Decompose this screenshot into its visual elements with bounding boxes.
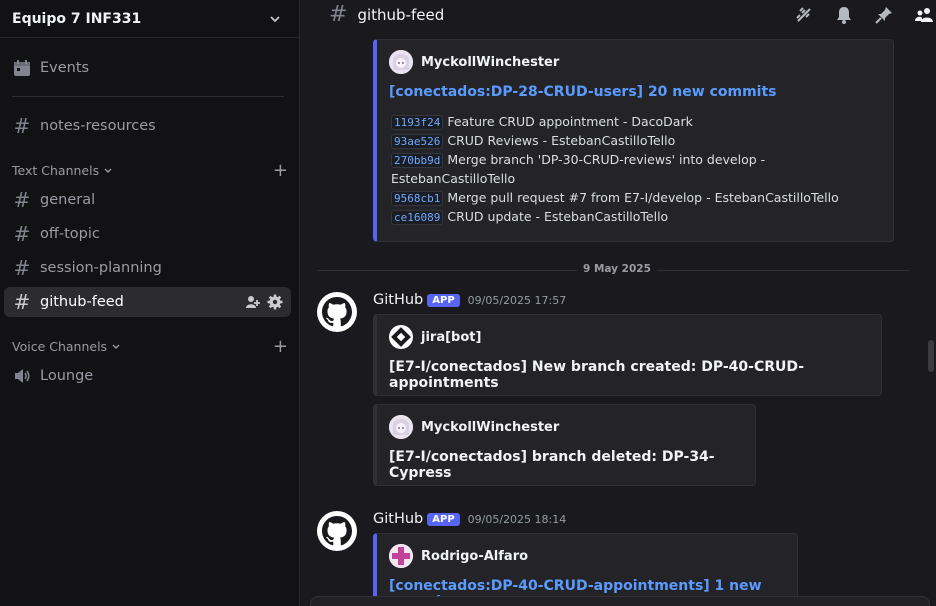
github-icon — [322, 297, 352, 327]
avatar — [389, 544, 413, 568]
channel-label: general — [40, 192, 96, 208]
voice-channel-lounge[interactable]: Lounge — [4, 361, 291, 391]
timestamp: 09/05/2025 18:14 — [467, 512, 567, 526]
avatar — [389, 415, 413, 439]
author-name: jira[bot] — [421, 329, 482, 345]
commit-message: EstebanCastilloTello — [391, 171, 516, 186]
commit-hash[interactable]: 1193f24 — [391, 115, 444, 130]
commit-hash[interactable]: 270bb9d — [391, 153, 444, 168]
add-channel-icon[interactable]: + — [273, 161, 292, 179]
speaker-icon — [12, 366, 32, 386]
username[interactable]: GitHub — [373, 292, 423, 308]
message-header: GitHub APP 09/05/2025 17:57 — [373, 292, 566, 308]
hash-icon: # — [13, 114, 31, 138]
events-item[interactable]: Events — [4, 53, 291, 83]
branch-deleted-embed: MyckollWinchester [E7-I/conectados] bran… — [373, 404, 756, 486]
commit-hash[interactable]: 9568cb1 — [391, 191, 444, 206]
commit-message: CRUD update - EstebanCastilloTello — [447, 209, 669, 224]
hash-icon: # — [329, 2, 348, 27]
author-name: MyckollWinchester — [421, 419, 560, 435]
chevron-down-icon — [112, 344, 120, 349]
jira-icon — [389, 325, 413, 349]
commit-message: CRUD Reviews - EstebanCastilloTello — [447, 133, 676, 148]
hash-icon: # — [13, 188, 31, 212]
timestamp: 09/05/2025 17:57 — [467, 293, 567, 307]
category-label: Text Channels — [12, 163, 100, 178]
embed-author[interactable]: Rodrigo-Alfaro — [389, 544, 528, 568]
branch-created-embed: jira[bot] [E7-I/conectados] New branch c… — [373, 314, 882, 396]
hash-icon: # — [13, 256, 31, 280]
sidebar-divider — [12, 96, 284, 97]
author-name: MyckollWinchester — [421, 54, 560, 70]
channel-title: github-feed — [357, 6, 445, 24]
member-list-icon[interactable] — [914, 5, 934, 25]
channel-label: off-topic — [40, 226, 100, 242]
app-badge: APP — [427, 512, 460, 526]
gear-icon[interactable] — [267, 294, 283, 310]
bell-icon[interactable] — [834, 5, 854, 25]
commit-hash[interactable]: ce16089 — [391, 210, 444, 225]
chevron-down-icon — [270, 15, 280, 22]
app-badge: APP — [427, 293, 460, 307]
channel-label: Lounge — [40, 368, 94, 384]
chevron-down-icon — [104, 168, 112, 173]
guild-header[interactable]: Equipo 7 INF331 — [0, 0, 299, 38]
channel-label: notes-resources — [40, 118, 156, 134]
channel-label: session-planning — [40, 260, 162, 276]
commit-line-continued: EstebanCastilloTello — [391, 169, 515, 188]
embed-author[interactable]: MyckollWinchester — [389, 415, 559, 439]
avatar — [389, 50, 413, 74]
message-composer[interactable] — [310, 596, 930, 606]
channel-item-github-feed[interactable]: # github-feed — [4, 287, 291, 317]
embed-title: [E7-I/conectados] branch deleted: DP-34-… — [389, 449, 715, 481]
channel-item-off-topic[interactable]: # off-topic — [4, 219, 291, 249]
commit-line: 1193f24 Feature CRUD appointment - DacoDa… — [391, 112, 693, 132]
commit-message: Feature CRUD appointment - DacoDark — [447, 114, 693, 129]
channel-sidebar: Equipo 7 INF331 Events # notes-resources… — [0, 0, 300, 606]
embed-title-link[interactable]: [conectados:DP-28-CRUD-users] 20 new com… — [389, 84, 777, 100]
date-divider-label: 9 May 2025 — [577, 263, 657, 275]
commit-line: 270bb9d Merge branch 'DP-30-CRUD-reviews'… — [391, 150, 765, 170]
commit-message: Merge branch 'DP-30-CRUD-reviews' into d… — [447, 152, 766, 167]
commit-message: Merge pull request #7 from E7-I/develop … — [447, 190, 839, 205]
voice-channels-category[interactable]: Voice Channels + — [12, 337, 292, 355]
hash-icon: # — [13, 222, 31, 246]
channel-header: # github-feed — [301, 0, 936, 30]
scrollbar-thumb[interactable] — [928, 340, 934, 372]
commit-hash[interactable]: 93ae526 — [391, 134, 444, 149]
github-avatar[interactable] — [317, 511, 357, 551]
channel-label: github-feed — [40, 294, 124, 310]
invite-icon[interactable] — [245, 294, 261, 310]
events-label: Events — [40, 60, 90, 76]
pin-icon[interactable] — [874, 5, 894, 25]
calendar-icon — [12, 58, 32, 78]
commits-embed: MyckollWinchester [conectados:DP-28-CRUD… — [373, 39, 894, 242]
embed-author[interactable]: jira[bot] — [389, 325, 481, 349]
channel-item-notes-resources[interactable]: # notes-resources — [4, 111, 291, 141]
embed-title: [E7-I/conectados] New branch created: DP… — [389, 359, 805, 391]
guild-name: Equipo 7 INF331 — [12, 10, 142, 27]
github-icon — [322, 516, 352, 546]
commit-line: 9568cb1 Merge pull request #7 from E7-I/d… — [391, 188, 839, 208]
embed-author[interactable]: MyckollWinchester — [389, 50, 559, 74]
text-channels-category[interactable]: Text Channels + — [12, 161, 292, 179]
commit-line: ce16089 CRUD update - EstebanCastilloTell… — [391, 207, 668, 227]
channel-item-session-planning[interactable]: # session-planning — [4, 253, 291, 283]
message-header: GitHub APP 09/05/2025 18:14 — [373, 511, 566, 527]
github-avatar[interactable] — [317, 292, 357, 332]
commit-line: 93ae526 CRUD Reviews - EstebanCastilloTel… — [391, 131, 675, 151]
username[interactable]: GitHub — [373, 511, 423, 527]
hash-icon: # — [13, 290, 31, 314]
chat-main: # github-feed MyckollWinchester [conecta… — [301, 0, 936, 606]
add-channel-icon[interactable]: + — [273, 337, 292, 355]
channel-item-general[interactable]: # general — [4, 185, 291, 215]
author-name: Rodrigo-Alfaro — [421, 548, 529, 564]
threads-icon[interactable] — [794, 5, 814, 25]
category-label: Voice Channels — [12, 339, 108, 354]
